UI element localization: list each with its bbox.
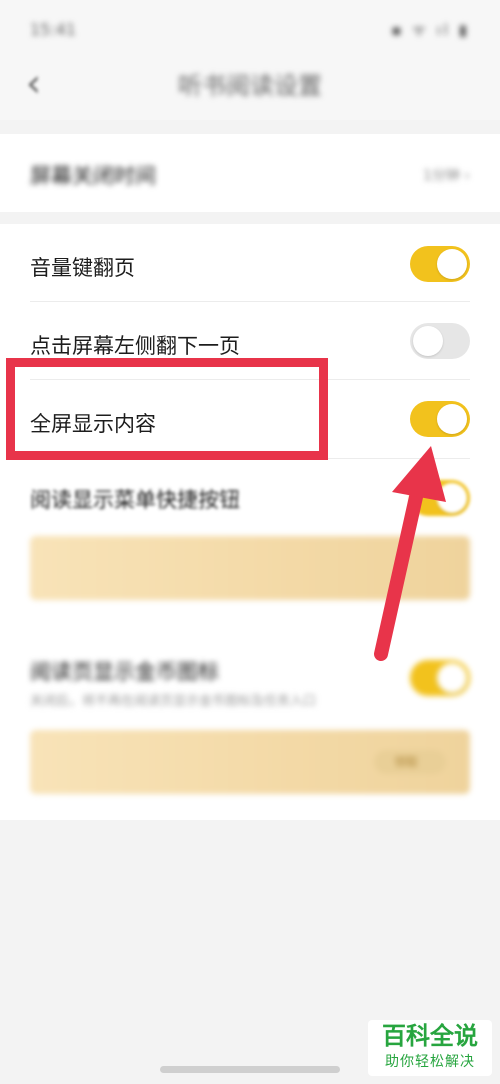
- watermark-subtitle: 助你轻松解决: [385, 1054, 475, 1070]
- home-indicator: [160, 1066, 340, 1073]
- annotation-arrow-icon: [374, 446, 446, 661]
- watermark-logo: 百科全说 助你轻松解决: [368, 1020, 492, 1076]
- watermark-title: 百科全说: [382, 1022, 478, 1050]
